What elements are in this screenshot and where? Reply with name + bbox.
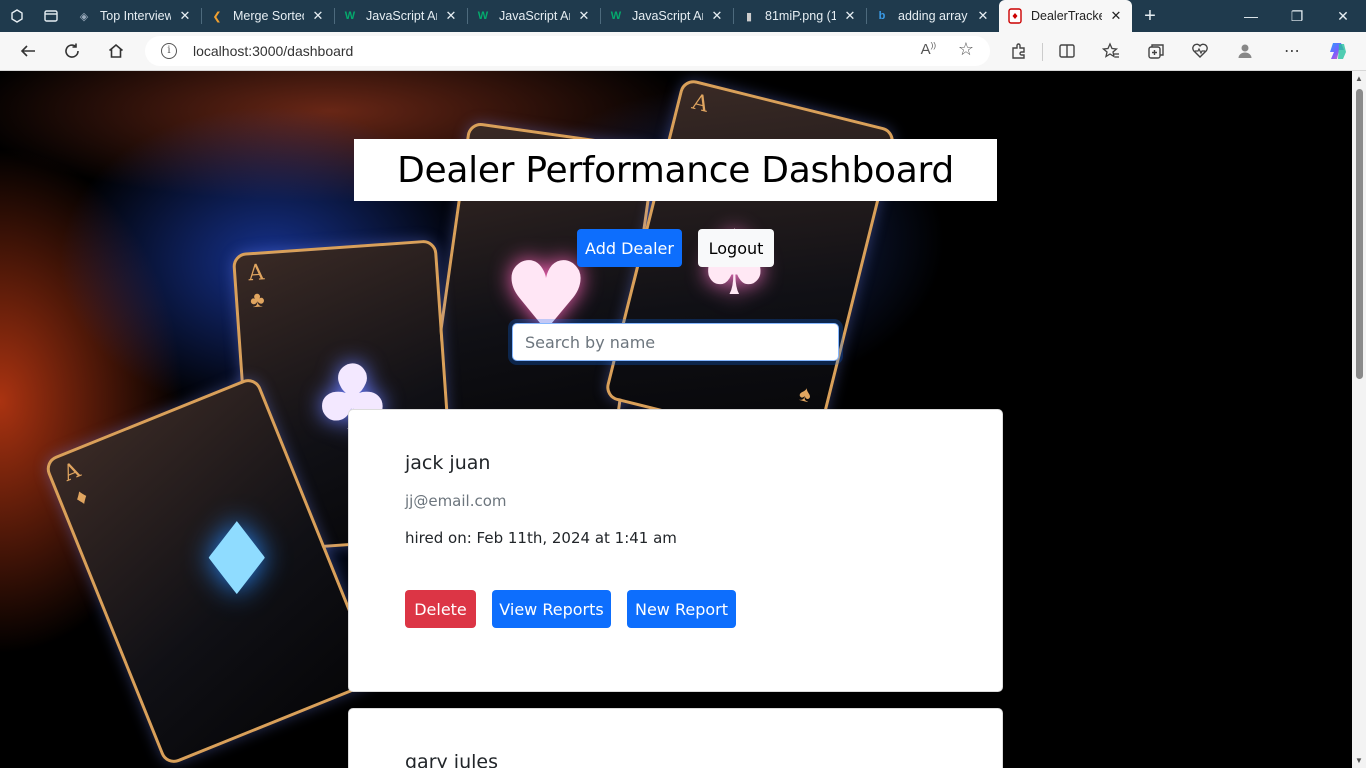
leetcode-icon: ❮	[212, 10, 222, 23]
close-tab-icon[interactable]: ✕	[709, 8, 725, 24]
more-menu-icon[interactable]: ⋯	[1277, 36, 1307, 66]
read-aloud-icon[interactable]: A))	[921, 41, 936, 58]
w3schools-icon: W	[610, 10, 622, 22]
profile-avatar-icon[interactable]	[1230, 36, 1260, 66]
close-tab-icon[interactable]: ✕	[576, 8, 592, 24]
delete-button[interactable]: Delete	[405, 590, 476, 628]
w3schools-icon: W	[477, 10, 489, 22]
layers-icon: ◈	[79, 10, 89, 23]
browser-tab[interactable]: ▮ 81miP.png (1 ✕	[733, 0, 866, 32]
restore-icon[interactable]: ❐	[1274, 0, 1320, 32]
search-input[interactable]: Search by name	[512, 323, 839, 361]
scroll-down-icon[interactable]: ▼	[1355, 756, 1363, 765]
card-rank-a: A	[689, 89, 711, 118]
tab-actions-icon[interactable]	[34, 0, 68, 32]
close-tab-icon[interactable]: ✕	[177, 8, 193, 24]
dealer-card: gary jules	[348, 708, 1003, 768]
image-file-icon: ▮	[745, 10, 753, 23]
scrollbar-thumb[interactable]	[1356, 89, 1363, 379]
browser-tab[interactable]: ❮ Merge Sorted ✕	[201, 0, 334, 32]
url-input[interactable]: i localhost:3000/dashboard A)) ☆	[145, 36, 990, 66]
card-rank-a: A	[59, 457, 84, 487]
close-tab-icon[interactable]: ✕	[1108, 8, 1124, 24]
dealer-hired-date: hired on: Feb 11th, 2024 at 1:41 am	[405, 529, 677, 547]
scroll-up-icon[interactable]: ▲	[1355, 74, 1363, 83]
w3schools-icon: W	[344, 10, 356, 22]
favorite-star-icon[interactable]: ☆	[958, 39, 974, 60]
window-controls: — ❐ ✕	[1228, 0, 1366, 32]
site-info-icon[interactable]: i	[161, 43, 177, 59]
view-reports-button[interactable]: View Reports	[492, 590, 611, 628]
split-screen-icon[interactable]	[1052, 36, 1082, 66]
new-tab-icon[interactable]: +	[1132, 0, 1168, 32]
club-icon: ♣	[249, 286, 266, 313]
close-tab-icon[interactable]: ✕	[842, 8, 858, 24]
browser-tab[interactable]: W JavaScript Ar ✕	[334, 0, 467, 32]
workspaces-icon[interactable]	[0, 0, 34, 32]
address-bar: i localhost:3000/dashboard A)) ☆ ⋯	[0, 32, 1366, 71]
add-dealer-button[interactable]: Add Dealer	[577, 229, 682, 267]
browser-tab-strip: ◈ Top Interview ✕ ❮ Merge Sorted ✕ W Jav…	[0, 0, 1366, 32]
close-tab-icon[interactable]: ✕	[310, 8, 326, 24]
copilot-icon[interactable]	[1323, 36, 1353, 66]
diamond-icon: ♦	[71, 482, 92, 511]
logout-button[interactable]: Logout	[698, 229, 774, 267]
playing-card-icon	[1007, 8, 1023, 24]
card-rank-a: A	[247, 260, 265, 287]
page-scrollbar[interactable]: ▲ ▼	[1352, 71, 1366, 768]
spade-icon: ♠	[796, 380, 815, 408]
dealer-email: jj@email.com	[405, 492, 507, 510]
page-title: Dealer Performance Dashboard	[397, 149, 954, 191]
dealer-name: gary jules	[405, 751, 498, 768]
close-window-icon[interactable]: ✕	[1320, 0, 1366, 32]
dashboard-title-box: Dealer Performance Dashboard	[354, 139, 997, 201]
close-tab-icon[interactable]: ✕	[975, 8, 991, 24]
minimize-icon[interactable]: —	[1228, 0, 1274, 32]
browser-tab-active[interactable]: DealerTracke ✕	[999, 0, 1132, 32]
browser-tab[interactable]: W JavaScript Ar ✕	[600, 0, 733, 32]
home-icon[interactable]	[101, 36, 131, 66]
browser-tab[interactable]: b adding array ✕	[866, 0, 999, 32]
close-tab-icon[interactable]: ✕	[443, 8, 459, 24]
extensions-icon[interactable]	[1004, 36, 1034, 66]
refresh-icon[interactable]	[57, 36, 87, 66]
dashboard-page: A ♠ A ♣ A ♦ ♣ ♥ ♠ ♦ Dealer Performance D…	[0, 71, 1352, 768]
favorites-icon[interactable]	[1096, 36, 1126, 66]
dealer-name: jack juan	[405, 452, 491, 474]
bing-icon: b	[878, 10, 886, 22]
collections-icon[interactable]	[1141, 36, 1171, 66]
dealer-card: jack juan jj@email.com hired on: Feb 11t…	[348, 409, 1003, 692]
browser-tab[interactable]: ◈ Top Interview ✕	[68, 0, 201, 32]
browser-tab[interactable]: W JavaScript Ar ✕	[467, 0, 600, 32]
new-report-button[interactable]: New Report	[627, 590, 736, 628]
browser-essentials-icon[interactable]	[1185, 36, 1215, 66]
diamond-icon: ♦	[192, 501, 282, 618]
back-icon[interactable]	[13, 36, 43, 66]
